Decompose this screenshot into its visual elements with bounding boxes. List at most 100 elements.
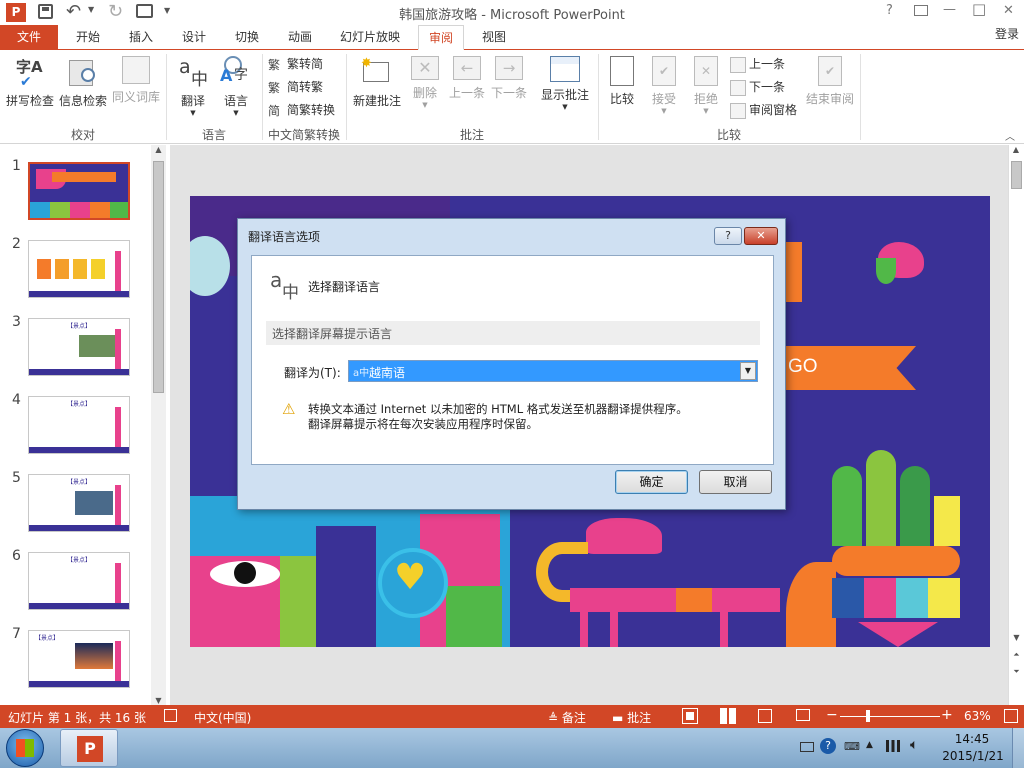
dialog-close-button[interactable]: ✕ (744, 227, 778, 245)
slide-thumbnail-3[interactable]: 【景点】 (28, 318, 130, 376)
slide-thumbnail-4[interactable]: 【景点】 (28, 396, 130, 454)
delete-comment-button[interactable]: ✕ 删除 ▼ (406, 52, 444, 109)
maximize-button[interactable]: □ (972, 0, 986, 18)
tab-transitions[interactable]: 切换 (225, 25, 269, 49)
accept-icon: ✔ (652, 56, 676, 86)
reject-button[interactable]: ✕ 拒绝 ▼ (686, 52, 726, 115)
ok-button[interactable]: 确定 (615, 470, 688, 494)
next-change-button[interactable]: 下一条 (730, 77, 785, 97)
chinese-convert-button[interactable]: 简简繁转换 (268, 100, 335, 120)
group-label-chinese: 中文简繁转换 (267, 128, 340, 142)
delete-comment-icon: ✕ (411, 56, 439, 80)
ime-tray-icon[interactable]: ⌨ (844, 740, 860, 753)
previous-comment-button[interactable]: ← 上一条 (446, 52, 488, 101)
translate-button[interactable]: a 中 翻译 ▼ (172, 52, 214, 117)
help-tray-icon[interactable]: ? (820, 738, 836, 754)
comments-button[interactable]: ▬ 批注 (612, 709, 651, 726)
simp-to-trad-button[interactable]: 繁简转繁 (268, 77, 323, 97)
tab-design[interactable]: 设计 (172, 25, 216, 49)
tab-file[interactable]: 文件 (0, 25, 58, 49)
slide-thumbnail-6[interactable]: 【景点】 (28, 552, 130, 610)
close-button[interactable]: ✕ (1003, 3, 1014, 18)
scroll-up-icon[interactable]: ▲ (1009, 145, 1023, 154)
end-review-button[interactable]: ✔ 结束审阅 (802, 52, 858, 107)
next-comment-icon: → (495, 56, 523, 80)
new-comment-button[interactable]: ✸ 新建批注 (350, 52, 404, 109)
spell-status-icon[interactable] (164, 709, 177, 722)
tab-view[interactable]: 视图 (472, 25, 516, 49)
zoom-out-icon[interactable]: − (826, 707, 838, 723)
slide-thumbnail-5[interactable]: 【景点】 (28, 474, 130, 532)
slide-thumbnail-2[interactable] (28, 240, 130, 298)
spell-check-button[interactable]: 字A ✔ 拼写检查 (2, 52, 58, 109)
comments-icon: ▬ (612, 711, 624, 725)
research-button[interactable]: 信息检索 (58, 52, 108, 109)
ribbon-display-options-icon[interactable] (914, 5, 928, 16)
taskbar-powerpoint[interactable]: P (60, 729, 118, 767)
language-button[interactable]: A 字 语言 ▼ (216, 52, 256, 117)
dialog-title: 翻译语言选项 (248, 230, 321, 244)
reviewing-pane-button[interactable]: 审阅窗格 (730, 100, 797, 120)
spell-check-icon: 字A ✔ (16, 58, 43, 90)
tab-animations[interactable]: 动画 (278, 25, 322, 49)
slide-scroll-thumb[interactable] (1011, 161, 1022, 189)
translate-header-icon: a 中 (270, 268, 299, 303)
slide-number: 5 (12, 470, 21, 486)
language-status[interactable]: 中文(中国) (194, 709, 251, 726)
minimize-button[interactable]: — (943, 2, 956, 17)
slide-number: 2 (12, 236, 21, 252)
zoom-level[interactable]: 63% (964, 709, 991, 723)
tab-slideshow[interactable]: 幻灯片放映 (330, 25, 410, 49)
tab-review[interactable]: 审阅 (418, 25, 464, 50)
show-desktop-button[interactable] (1012, 728, 1024, 768)
thesaurus-button[interactable]: 同义词库 (110, 52, 162, 105)
next-slide-icon[interactable]: ⏷ (1009, 667, 1024, 677)
zoom-slider-thumb[interactable] (866, 710, 870, 722)
slide-scrollbar[interactable]: ▲ ▼ ⏶ ⏷ (1008, 145, 1023, 705)
reading-view-icon[interactable] (758, 709, 772, 723)
thumbnail-scroll-thumb[interactable] (153, 161, 164, 393)
previous-slide-icon[interactable]: ⏶ (1009, 650, 1024, 660)
thumb-title: 【景点】 (35, 635, 60, 642)
dialog-help-button[interactable]: ? (714, 227, 742, 245)
next-comment-button[interactable]: → 下一条 (488, 52, 530, 101)
show-hidden-icons[interactable]: ▲ (866, 740, 873, 750)
clock-date[interactable]: 2015/1/21 (938, 749, 1008, 763)
reviewing-pane-icon (730, 102, 746, 119)
zoom-slider[interactable] (840, 710, 940, 722)
clock-time[interactable]: 14:45 (946, 732, 998, 746)
accept-button[interactable]: ✔ 接受 ▼ (644, 52, 684, 115)
fit-slide-icon[interactable] (1004, 709, 1018, 723)
show-comments-button[interactable]: 显示批注 ▼ (536, 52, 594, 111)
slide-thumbnail-7[interactable]: 【景点】 (28, 630, 130, 688)
notes-button[interactable]: ≜ 备注 (548, 709, 586, 726)
help-button[interactable]: ? (886, 3, 893, 18)
slideshow-icon[interactable] (796, 709, 810, 721)
login-link[interactable]: 登录 (990, 22, 1024, 46)
select-dropdown-icon[interactable]: ▼ (740, 362, 756, 380)
compare-button[interactable]: 比较 (602, 52, 642, 107)
slide-sorter-icon[interactable] (720, 708, 736, 724)
trad-to-simp-button[interactable]: 繁繁转简 (268, 54, 323, 74)
zoom-in-icon[interactable]: + (941, 707, 953, 723)
slide-thumbnail-1[interactable] (28, 162, 130, 220)
translate-icon: a 中 (179, 56, 208, 90)
thumbnail-scrollbar[interactable]: ▲ ▼ (151, 145, 166, 705)
scroll-up-icon[interactable]: ▲ (151, 145, 166, 154)
start-button[interactable] (6, 729, 44, 767)
cancel-button[interactable]: 取消 (699, 470, 772, 494)
normal-view-icon[interactable] (682, 708, 698, 724)
tab-insert[interactable]: 插入 (119, 25, 163, 49)
previous-change-button[interactable]: 上一条 (730, 54, 785, 74)
thumb-title: 【景点】 (67, 479, 92, 486)
network-icon[interactable] (886, 740, 900, 752)
show-comments-icon (550, 56, 580, 82)
tab-home[interactable]: 开始 (66, 25, 110, 49)
language-select[interactable]: a中 越南语 ▼ (348, 360, 758, 382)
collapse-ribbon-icon[interactable]: ︿ (1005, 128, 1015, 143)
scroll-down-icon[interactable]: ▼ (1009, 633, 1024, 642)
scroll-down-icon[interactable]: ▼ (151, 696, 166, 705)
volume-icon[interactable]: 🔈︎ (910, 737, 918, 753)
keyboard-tray-icon[interactable] (800, 742, 814, 752)
group-label-compare: 比较 (716, 128, 741, 142)
